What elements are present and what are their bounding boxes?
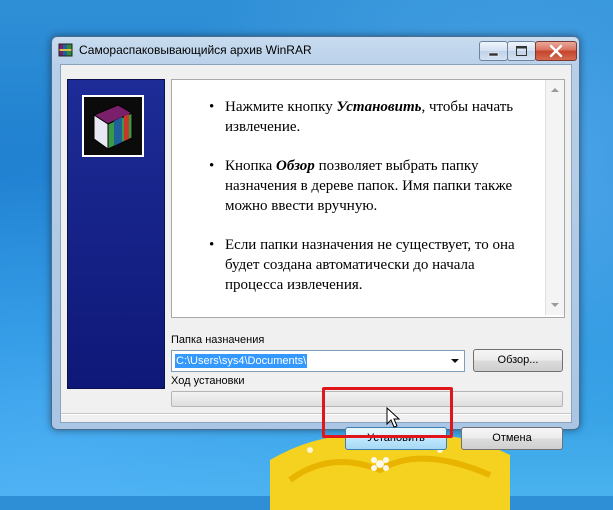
scroll-up-icon[interactable] [546,82,564,98]
instruction-text: Кнопка [225,158,277,174]
divider [61,413,571,415]
instruction-item: • Кнопка Обзор позволяет выбрать папку на… [172,156,542,216]
instruction-text: Нажмите кнопку [225,99,337,115]
maximize-button[interactable] [507,41,536,61]
close-icon [549,44,563,58]
instructions-panel: • Нажмите кнопку Установить, чтобы начать… [171,79,565,318]
instruction-emphasis: Установить [336,99,422,115]
destination-folder-label: Папка назначения [171,334,265,346]
bullet-icon: • [209,99,215,115]
close-button[interactable] [535,41,577,61]
maximize-icon [516,46,527,56]
chevron-down-icon[interactable] [448,353,462,369]
minimize-button[interactable] [479,41,508,61]
mouse-pointer-icon [386,407,401,428]
browse-button[interactable]: Обзор... [473,349,563,372]
install-progress-label: Ход установки [171,375,245,387]
destination-folder-value[interactable]: C:\Users\sys4\Documents\ [175,354,308,368]
destination-folder-combobox[interactable]: C:\Users\sys4\Documents\ [171,350,465,372]
side-banner [67,79,165,389]
instruction-emphasis: Обзор [276,158,315,174]
winrar-sfx-dialog: Самораспаковывающийся архив WinRAR • Наж… [51,36,580,450]
instruction-item: • Нажмите кнопку Установить, чтобы начать… [172,97,542,137]
instructions-scrollbar[interactable] [545,80,564,315]
winrar-archive-icon [58,43,73,57]
instruction-item: • Если папки назначения не существует, то… [172,235,542,295]
instruction-text: Если папки назначения не существует, то … [225,237,515,293]
minimize-icon [488,52,499,57]
logo-frame [82,95,144,157]
cancel-button[interactable]: Отмена [461,427,563,450]
bullet-icon: • [209,237,215,253]
winrar-books-icon [92,104,134,150]
title-bar[interactable]: Самораспаковывающийся архив WinRAR [52,37,579,63]
scroll-down-icon[interactable] [546,297,564,313]
dialog-client-area: • Нажмите кнопку Установить, чтобы начать… [60,64,572,450]
instructions-list: • Нажмите кнопку Установить, чтобы начать… [172,80,542,314]
bullet-icon: • [209,158,215,174]
window-title: Самораспаковывающийся архив WinRAR [79,43,312,57]
